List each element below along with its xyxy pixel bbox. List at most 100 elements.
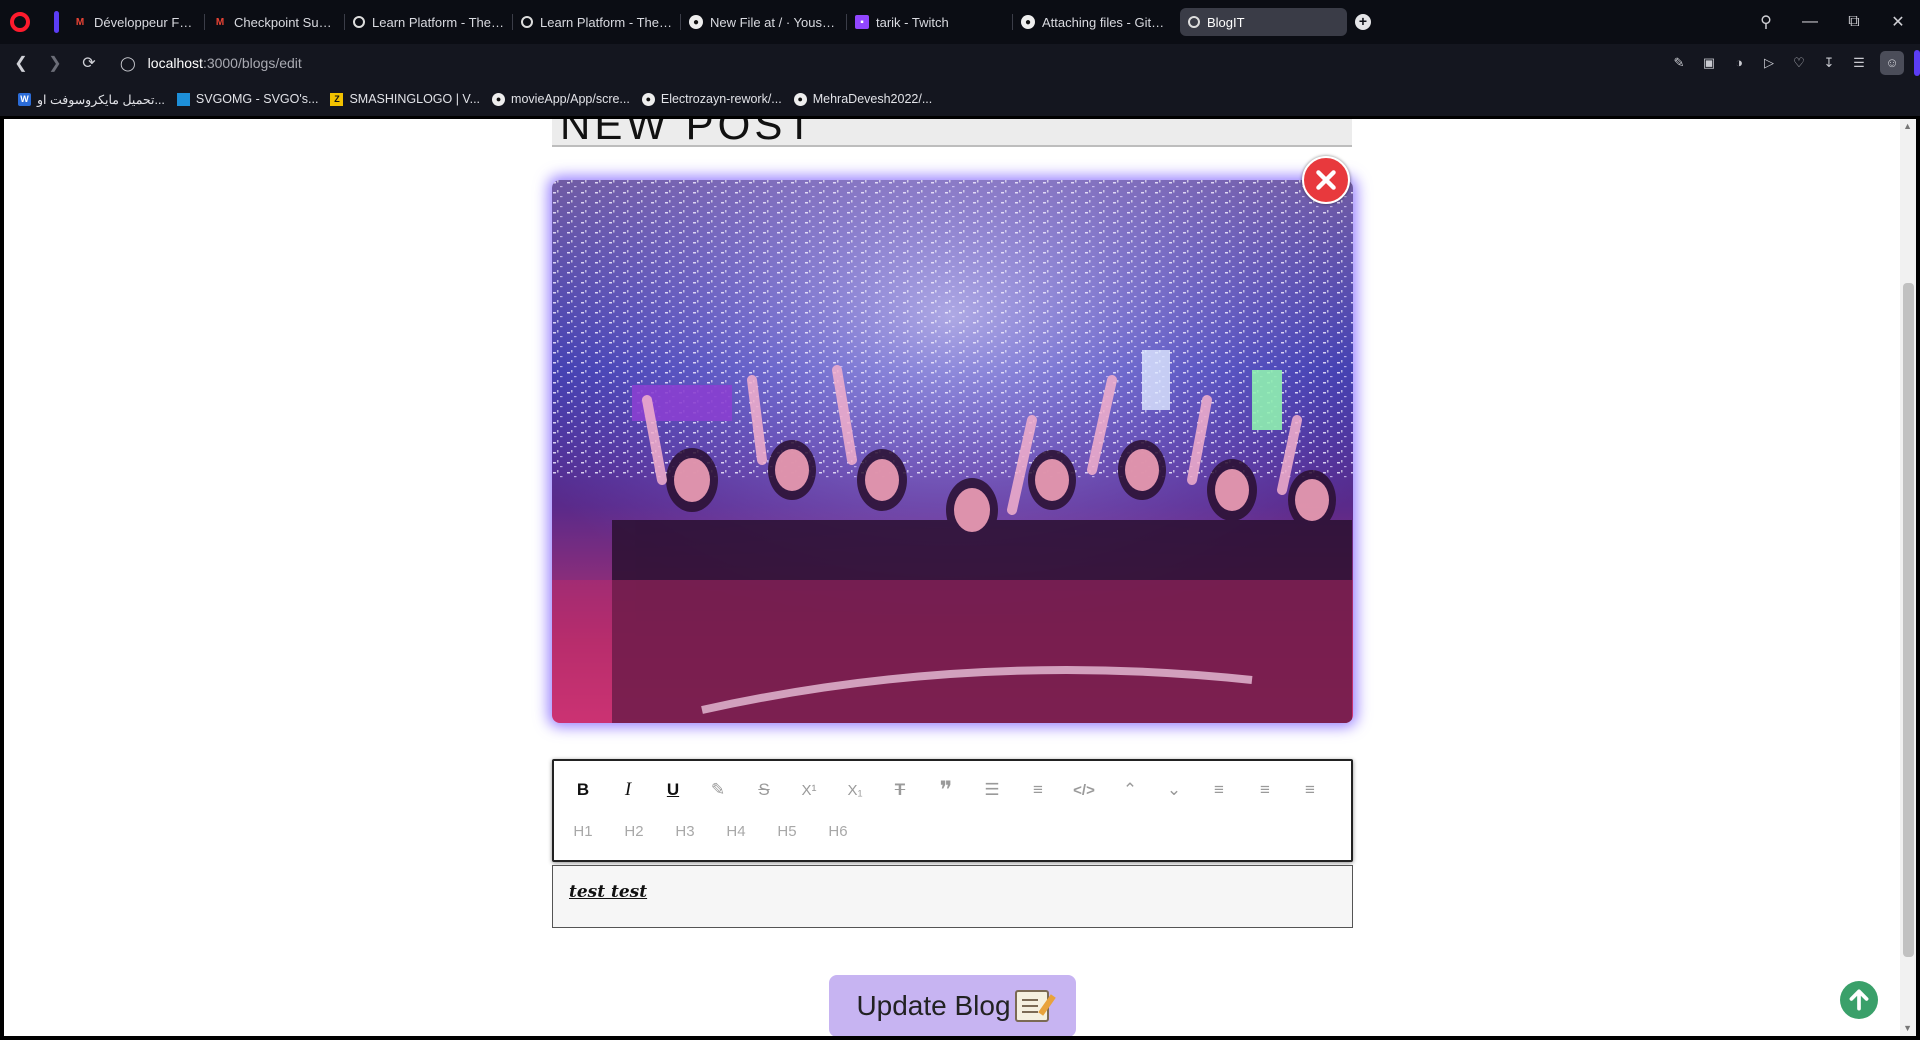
bookmark-label: Electrozayn-rework/... — [660, 92, 782, 106]
url-host: localhost — [147, 55, 203, 71]
memo-icon — [1014, 990, 1049, 1022]
github-icon: ● — [1021, 15, 1035, 29]
sidebar-indicator — [54, 11, 59, 33]
align-right-button[interactable]: ≡ — [1295, 775, 1325, 805]
page-title-box: NEW POST — [552, 119, 1352, 147]
bookmark-4[interactable]: ● Electrozayn-rework/... — [641, 92, 782, 106]
globe-icon — [521, 16, 533, 28]
close-window-button[interactable]: ✕ — [1876, 12, 1920, 32]
remove-image-button[interactable] — [1302, 156, 1350, 204]
subscript-button[interactable]: X₁ — [840, 775, 870, 805]
tab-0[interactable]: M Développeur Fullstack js - — [65, 8, 204, 36]
bookmark-label: SMASHINGLOGO | V... — [349, 92, 481, 106]
restore-button[interactable]: ⧉ — [1832, 13, 1876, 31]
edit-page-icon[interactable]: ✎ — [1670, 54, 1688, 72]
arrow-up-icon — [1849, 989, 1869, 1011]
bookmark-3[interactable]: ● movieApp/App/scre... — [492, 92, 630, 106]
highlight-button[interactable]: ✎ — [703, 775, 733, 805]
twitch-icon: ▪ — [855, 15, 869, 29]
profile-icon[interactable]: ☺ — [1880, 51, 1904, 75]
heading-5-button[interactable]: H5 — [772, 819, 802, 845]
ordered-list-icon: ≡ — [1033, 780, 1043, 799]
heading-1-button[interactable]: H1 — [568, 819, 598, 845]
bookmark-label: SVGOMG - SVGO's... — [195, 92, 319, 106]
ordered-list-button[interactable]: ≡ — [1023, 775, 1053, 805]
blockquote-button[interactable]: ❞ — [931, 775, 961, 805]
reload-button[interactable]: ⟳ — [72, 53, 106, 73]
search-tabs-icon[interactable]: ⚲ — [1744, 12, 1788, 32]
code-button[interactable]: </> — [1069, 775, 1099, 805]
site-info-icon[interactable]: ◯ — [120, 55, 136, 72]
bookmark-label: MehraDevesh2022/... — [812, 92, 933, 106]
scroll-down-arrow-icon[interactable]: ▼ — [1903, 1023, 1912, 1033]
page-title: NEW POST — [560, 119, 817, 147]
highlight-icon: ✎ — [710, 780, 726, 799]
tab-3[interactable]: Learn Platform - The GOM — [513, 8, 680, 36]
tab-6[interactable]: ● Attaching files - GitHub D — [1013, 8, 1178, 36]
tab-4[interactable]: ● New File at / · YoussefRs/ — [681, 8, 846, 36]
window-controls: ⚲ — ⧉ ✕ — [1744, 0, 1920, 44]
align-left-icon: ≡ — [1214, 780, 1224, 799]
github-icon: ● — [793, 92, 807, 106]
heading-2-button[interactable]: H2 — [619, 819, 649, 845]
bookmark-0[interactable]: W تحميل مايكروسوفت او... — [18, 92, 165, 107]
align-left-button[interactable]: ≡ — [1204, 775, 1234, 805]
tab-label: Learn Platform - The GOM — [372, 14, 504, 30]
italic-button[interactable]: I — [613, 775, 643, 805]
subscript-icon: X₁ — [847, 781, 863, 799]
close-icon — [1316, 170, 1336, 190]
chevron-up-icon: ⌃ — [1122, 780, 1138, 799]
heading-6-button[interactable]: H6 — [823, 819, 853, 845]
bookmark-1[interactable]: SVGOMG - SVGO's... — [176, 92, 319, 106]
easy-setup-icon[interactable]: ☰ — [1850, 54, 1868, 72]
tab-label: tarik - Twitch — [876, 14, 949, 30]
concert-crowd-image — [552, 180, 1353, 723]
scroll-up-arrow-icon[interactable]: ▲ — [1903, 121, 1912, 131]
bookmark-2[interactable]: Z SMASHINGLOGO | V... — [330, 92, 480, 106]
back-button[interactable]: ❮ — [4, 53, 38, 73]
align-center-button[interactable]: ≡ — [1250, 775, 1280, 805]
address-bar: ❮ ❯ ⟳ ◯ localhost:3000/blogs/edit — [0, 44, 1920, 82]
update-blog-button[interactable]: Update Blog — [829, 975, 1076, 1036]
bookmark-label: movieApp/App/scre... — [511, 92, 630, 106]
snapshot-icon[interactable]: ▣ — [1700, 54, 1718, 72]
bold-icon: B — [576, 780, 590, 799]
bullet-list-button[interactable]: ☰ — [977, 775, 1007, 805]
scrollbar-thumb[interactable] — [1903, 283, 1914, 957]
move-down-button[interactable]: ⌄ — [1159, 775, 1189, 805]
heading-3-button[interactable]: H3 — [670, 819, 700, 845]
url-field[interactable]: ◯ localhost:3000/blogs/edit — [120, 55, 302, 72]
scroll-to-top-button[interactable] — [1840, 981, 1878, 1019]
heart-icon[interactable]: ♡ — [1790, 54, 1808, 72]
opera-logo-icon[interactable] — [10, 12, 30, 32]
superscript-button[interactable]: X¹ — [794, 775, 824, 805]
tab-label: Checkpoint Submitted - G — [234, 14, 336, 30]
tab-label: Attaching files - GitHub D — [1042, 14, 1170, 30]
clear-format-button[interactable]: T — [885, 775, 915, 805]
bold-button[interactable]: B — [568, 775, 598, 805]
editor-content[interactable]: test test — [552, 865, 1353, 928]
new-tab-button[interactable]: + — [1355, 14, 1371, 30]
move-up-button[interactable]: ⌃ — [1115, 775, 1145, 805]
tab-label: BlogIT — [1207, 14, 1245, 30]
tab-active-blogit[interactable]: BlogIT — [1180, 8, 1347, 36]
download-icon[interactable]: ↧ — [1820, 54, 1838, 72]
play-icon[interactable]: ▷ — [1760, 54, 1778, 72]
blockquote-icon: ❞ — [939, 776, 953, 804]
superscript-icon: X¹ — [801, 781, 817, 799]
cover-image — [552, 180, 1353, 723]
heading-4-button[interactable]: H4 — [721, 819, 751, 845]
tab-1[interactable]: M Checkpoint Submitted - G — [205, 8, 344, 36]
underline-button[interactable]: U — [658, 775, 688, 805]
code-icon: </> — [1073, 781, 1095, 799]
office-icon: W — [18, 92, 31, 106]
strikethrough-button[interactable]: S — [749, 775, 779, 805]
url-path: :3000/blogs/edit — [202, 55, 302, 71]
shield-icon[interactable]: ◑ — [1730, 54, 1748, 72]
bookmark-5[interactable]: ● MehraDevesh2022/... — [793, 92, 933, 106]
forward-button[interactable]: ❯ — [38, 53, 72, 73]
tab-5[interactable]: ▪ tarik - Twitch — [847, 8, 1012, 36]
tab-2[interactable]: Learn Platform - The GOM — [345, 8, 512, 36]
github-icon: ● — [492, 92, 506, 106]
minimize-button[interactable]: — — [1788, 13, 1832, 31]
